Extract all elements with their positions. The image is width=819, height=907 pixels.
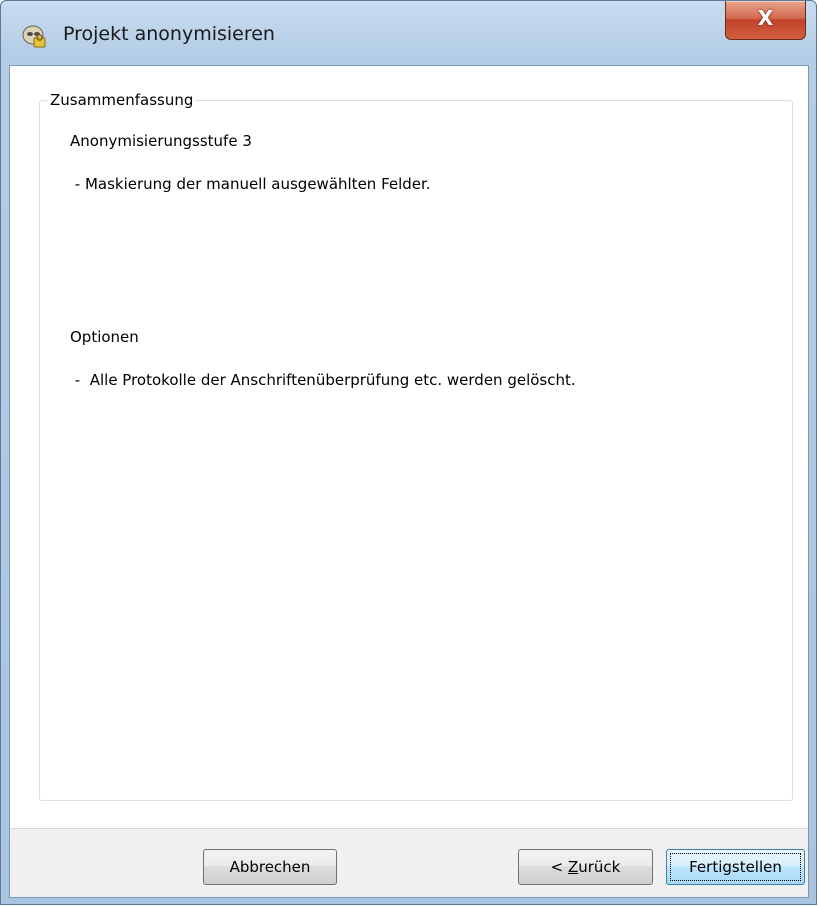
title-bar[interactable]: Projekt anonymisieren X — [1, 1, 816, 65]
summary-group-label: Zusammenfassung — [48, 91, 196, 109]
anonymization-level-detail: - Maskierung der manuell ausgewählten Fe… — [70, 175, 431, 193]
back-button-label: urück — [578, 858, 621, 876]
close-icon: X — [757, 6, 774, 30]
dialog-window: Projekt anonymisieren X Zusammenfassung … — [0, 0, 817, 905]
button-bar: Abbrechen < Zurück Fertigstellen — [10, 828, 808, 897]
back-button-mnemonic: Z — [567, 858, 579, 876]
summary-groupbox — [39, 100, 793, 801]
anonymization-level-heading: Anonymisierungsstufe 3 — [70, 132, 252, 150]
options-heading: Optionen — [70, 328, 139, 346]
cancel-button[interactable]: Abbrechen — [203, 849, 337, 885]
back-button-prefix: < — [550, 858, 568, 876]
project-anonymize-icon — [22, 25, 46, 48]
finish-button[interactable]: Fertigstellen — [666, 849, 805, 885]
close-button[interactable]: X — [725, 1, 806, 40]
options-detail: - Alle Protokolle der Anschriftenüberprü… — [70, 371, 576, 389]
back-button[interactable]: < Zurück — [518, 849, 653, 885]
focus-rectangle — [670, 853, 801, 881]
window-title: Projekt anonymisieren — [63, 23, 275, 45]
